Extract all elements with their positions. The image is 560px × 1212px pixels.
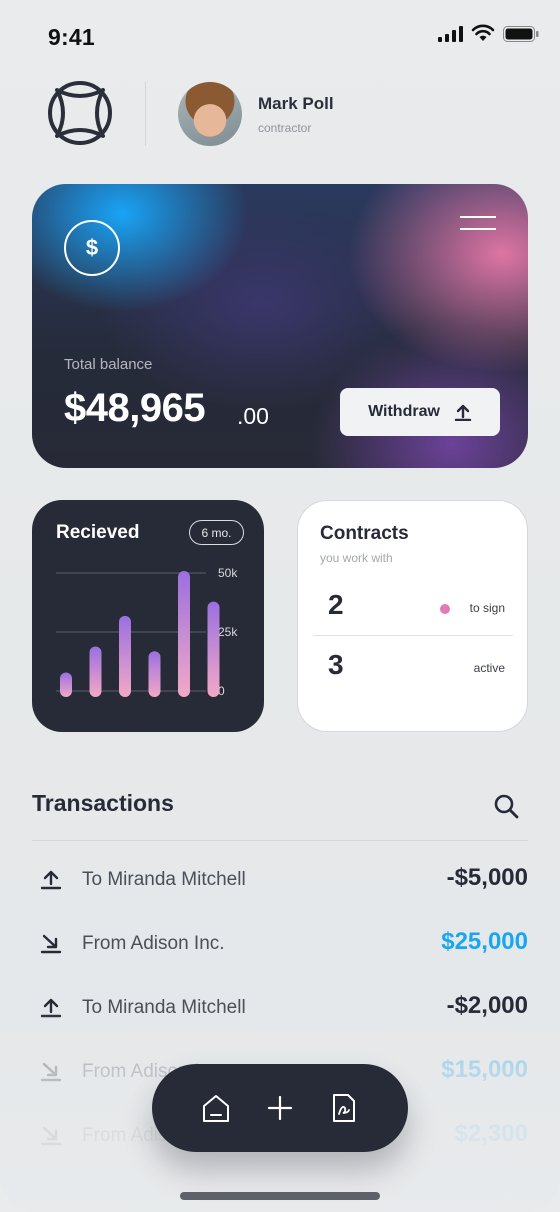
plus-icon[interactable] — [264, 1092, 296, 1124]
chart-bar[interactable] — [178, 571, 190, 697]
menu-icon[interactable] — [456, 212, 500, 236]
dollar-icon[interactable]: $ — [64, 220, 120, 276]
app-screen: 9:41 Mark Poll contractor $ Total balanc… — [0, 0, 560, 1212]
contracts-subtitle: you work with — [320, 551, 393, 565]
chart-bar[interactable] — [119, 615, 131, 697]
search-icon[interactable] — [492, 792, 522, 822]
wifi-icon — [471, 24, 495, 41]
balance-cents: .00 — [237, 403, 269, 429]
signal-icon — [438, 26, 463, 42]
transaction-row[interactable]: From Adison Inc. $25,000 — [32, 924, 528, 964]
chart-tick-label: 50k — [218, 566, 238, 580]
transaction-amount: -$2,000 — [446, 992, 528, 1019]
active-count: 3 — [328, 649, 344, 680]
received-arrow-icon — [40, 1062, 62, 1082]
sparkle-circle-logo-icon[interactable] — [47, 80, 113, 146]
transaction-row[interactable]: To Miranda Mitchell -$5,000 — [32, 860, 528, 900]
transaction-amount: $25,000 — [441, 928, 528, 955]
to-sign-count: 2 — [328, 589, 344, 620]
user-role: contractor — [258, 121, 312, 135]
upload-arrow-icon — [454, 404, 472, 421]
sent-arrow-icon — [40, 998, 62, 1018]
received-chart: 50k25k0 — [56, 566, 238, 698]
status-dot — [440, 604, 450, 614]
withdraw-label: Withdraw — [368, 403, 440, 420]
withdraw-button[interactable]: Withdraw — [340, 388, 500, 436]
to-sign-label: to sign — [469, 601, 505, 615]
transaction-amount: -$5,000 — [446, 864, 528, 891]
transactions-title: Transactions — [32, 790, 174, 816]
received-arrow-icon — [40, 934, 62, 954]
received-card: Recieved 6 mo. 50k 25k 0 — [32, 500, 264, 732]
transaction-row[interactable]: To Miranda Mitchell -$2,000 — [32, 988, 528, 1028]
balance-card: $ Total balance $48,965 .00 Withdraw — [32, 184, 528, 468]
chart-tick-label: 25k — [218, 625, 238, 639]
contracts-row-to-sign[interactable]: 2 to sign — [313, 577, 513, 635]
battery-icon — [503, 26, 539, 42]
balance-amount: $48,965 — [64, 386, 206, 430]
home-indicator — [180, 1192, 380, 1200]
transaction-name: To Miranda Mitchell — [82, 869, 246, 890]
header-divider — [145, 82, 146, 146]
chart-bar[interactable] — [148, 651, 161, 697]
status-bar: 9:41 — [0, 0, 560, 72]
bottom-nav — [152, 1064, 408, 1152]
balance-label: Total balance — [64, 356, 153, 373]
contract-icon[interactable] — [328, 1092, 360, 1124]
contracts-card[interactable]: Contracts you work with 2 to sign 3 acti… — [297, 500, 528, 732]
contracts-title: Contracts — [320, 523, 409, 544]
home-icon[interactable] — [200, 1092, 232, 1124]
transaction-name: To Miranda Mitchell — [82, 997, 246, 1018]
sent-arrow-icon — [40, 870, 62, 890]
chart-bar[interactable] — [60, 672, 72, 697]
transaction-name: From Adison Inc. — [82, 933, 225, 954]
received-arrow-icon — [40, 1126, 62, 1146]
transaction-amount: $15,000 — [441, 1056, 528, 1083]
chart-bar[interactable] — [207, 601, 220, 697]
contracts-divider — [313, 635, 513, 636]
avatar[interactable] — [178, 82, 242, 146]
transactions-divider — [32, 840, 528, 841]
status-time: 9:41 — [48, 24, 95, 50]
active-label: active — [473, 661, 505, 675]
user-name: Mark Poll — [258, 94, 334, 113]
transaction-amount: $2,300 — [454, 1120, 528, 1147]
chart-bar[interactable] — [89, 646, 102, 697]
contracts-row-active[interactable]: 3 active — [313, 637, 513, 695]
